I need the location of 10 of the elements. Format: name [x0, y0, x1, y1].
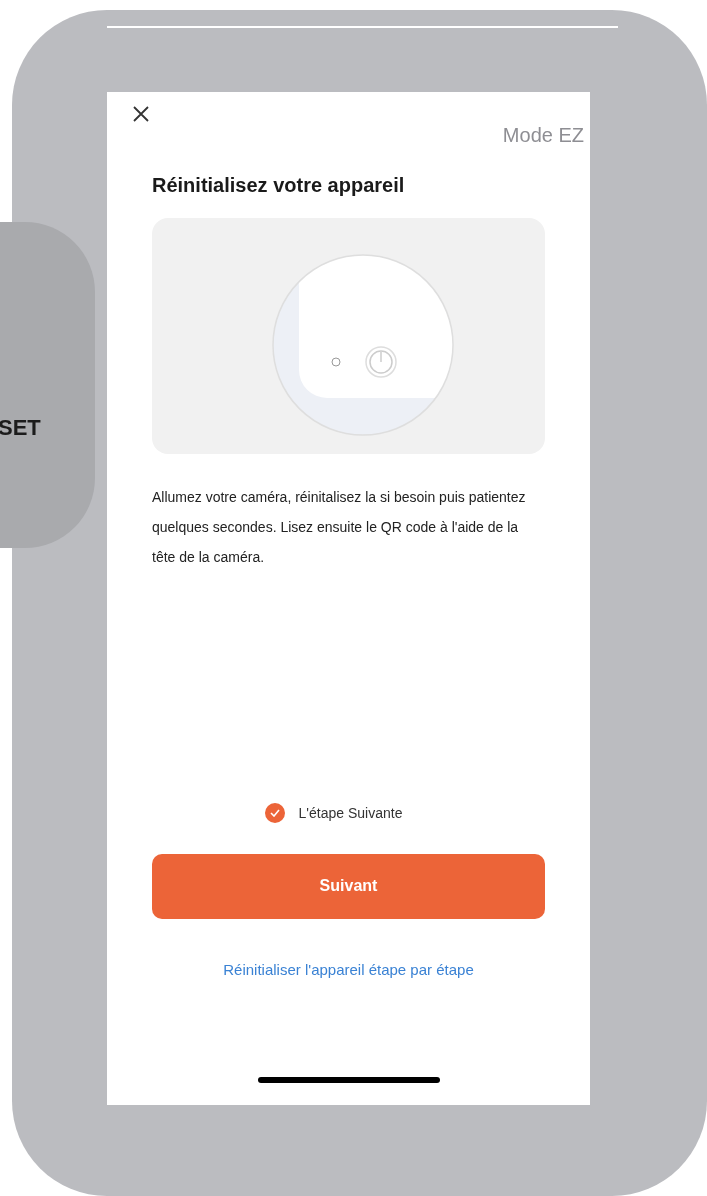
page-title: Réinitialisez votre appareil	[152, 173, 406, 198]
instruction-text: Allumez votre caméra, réinitalisez la si besoin puis patientez quelques secondes. Lisez ensuite le QR code à l'aide de la tête de la caméra.	[152, 488, 527, 567]
check-icon	[269, 809, 280, 817]
confirm-label: L'étape Suivante	[298, 803, 403, 823]
close-button[interactable]	[131, 104, 151, 124]
step-by-step-link[interactable]: Réinitialiser l'appareil étape par étape	[223, 958, 474, 981]
confirm-checkbox[interactable]	[264, 803, 285, 823]
next-button[interactable]: Suivant	[152, 853, 545, 919]
mode-label[interactable]: Mode EZ	[502, 120, 584, 150]
close-icon	[133, 106, 149, 122]
